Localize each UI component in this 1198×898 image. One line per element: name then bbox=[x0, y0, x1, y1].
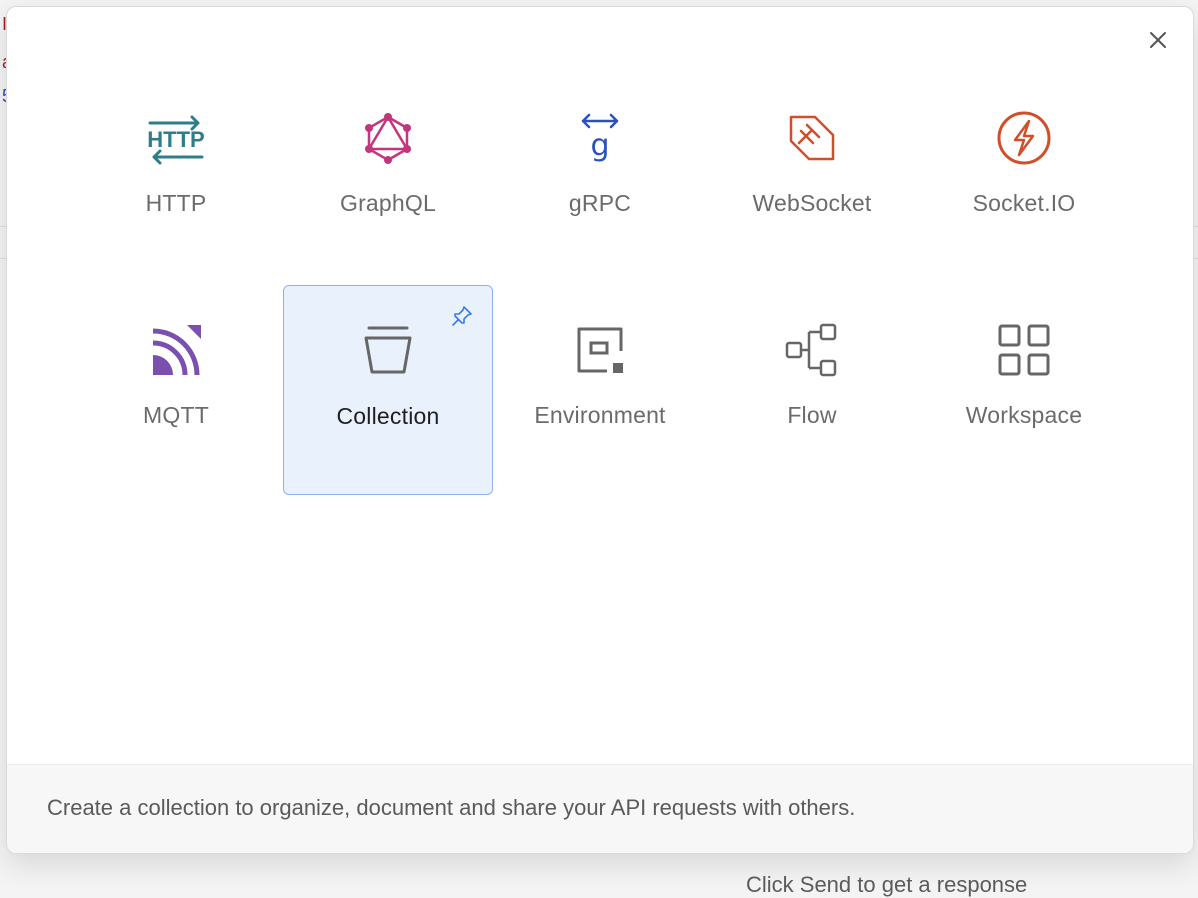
tile-label: HTTP bbox=[145, 190, 207, 216]
tile-label: gRPC bbox=[568, 190, 632, 216]
socketio-icon bbox=[997, 111, 1051, 165]
tile-environment[interactable]: Environment bbox=[495, 285, 705, 495]
item-description: Create a collection to organize, documen… bbox=[47, 795, 856, 820]
tile-label: Environment bbox=[534, 402, 666, 428]
tile-collection[interactable]: Collection bbox=[283, 285, 493, 495]
tile-flow[interactable]: Flow bbox=[707, 285, 917, 495]
close-button[interactable] bbox=[1145, 27, 1171, 53]
tile-label: WebSocket bbox=[752, 190, 872, 216]
environment-icon bbox=[577, 327, 623, 373]
websocket-icon bbox=[789, 115, 835, 161]
workspace-icon bbox=[998, 324, 1050, 376]
tile-mqtt[interactable]: MQTT bbox=[71, 285, 281, 495]
mqtt-icon bbox=[152, 325, 201, 376]
graphql-icon bbox=[365, 113, 411, 164]
background-response-hint: Click Send to get a response bbox=[746, 872, 1028, 897]
new-item-dialog: HTTP HTTP GraphQL g gRPC WebSocket Socke… bbox=[6, 6, 1194, 854]
flow-icon bbox=[785, 323, 837, 377]
tile-graphql[interactable]: GraphQL bbox=[283, 73, 493, 283]
tile-label: Workspace bbox=[965, 402, 1083, 428]
tile-label: Flow bbox=[787, 402, 837, 428]
svg-text:HTTP: HTTP bbox=[147, 127, 204, 152]
collection-icon bbox=[364, 326, 412, 374]
tile-label: GraphQL bbox=[339, 190, 436, 216]
tile-http[interactable]: HTTP HTTP bbox=[71, 73, 281, 283]
tile-label: MQTT bbox=[143, 402, 209, 428]
tile-label: Collection bbox=[336, 403, 440, 429]
grpc-icon: g bbox=[581, 113, 619, 163]
svg-text:g: g bbox=[590, 128, 609, 163]
tile-workspace[interactable]: Workspace bbox=[919, 285, 1129, 495]
tile-label: Socket.IO bbox=[972, 190, 1076, 216]
http-icon: HTTP bbox=[147, 115, 205, 165]
close-icon bbox=[1150, 32, 1166, 48]
tile-socketio[interactable]: Socket.IO bbox=[919, 73, 1129, 283]
tile-grpc[interactable]: g gRPC bbox=[495, 73, 705, 283]
tile-websocket[interactable]: WebSocket bbox=[707, 73, 917, 283]
description-footer: Create a collection to organize, documen… bbox=[7, 764, 1193, 853]
